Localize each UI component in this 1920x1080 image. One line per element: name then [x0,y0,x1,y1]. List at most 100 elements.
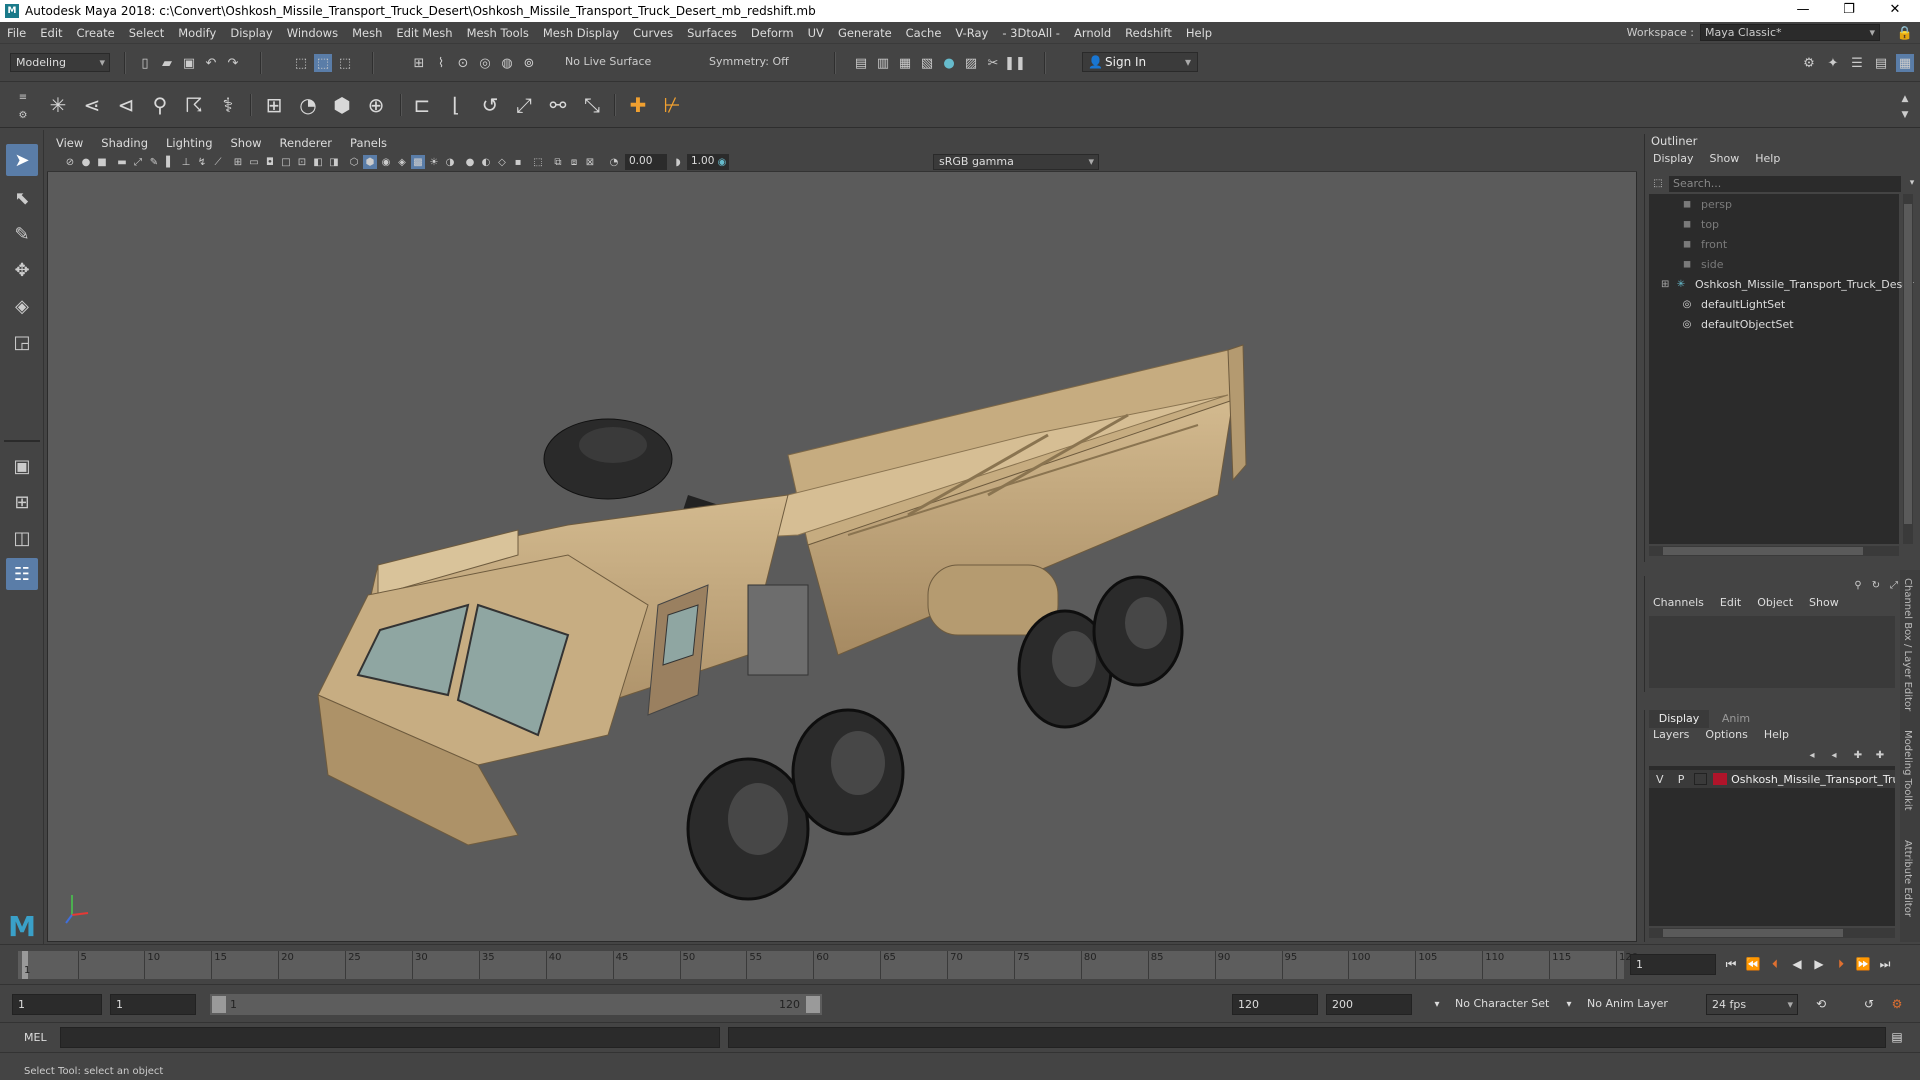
anim-layer-field[interactable]: No Anim Layer [1582,994,1682,1015]
sign-in-button[interactable]: 👤 Sign In [1082,52,1198,72]
step-back-frame-icon[interactable]: ⏴ [1766,955,1784,973]
go-to-start-icon[interactable]: ⏮ [1722,955,1740,973]
shelf-skeleton-icon[interactable]: ⚕ [212,89,244,121]
menu-curves[interactable]: Curves [626,26,680,40]
viewport-menu-renderer[interactable]: Renderer [271,136,342,150]
menu-redshift[interactable]: Redshift [1118,26,1179,40]
anim-preferences-icon[interactable]: ⚙ [1888,995,1906,1013]
save-scene-icon[interactable]: ▣ [180,54,198,72]
menu-arnold[interactable]: Arnold [1067,26,1118,40]
modeling-toolkit-icon[interactable]: ⚙ [1800,54,1818,72]
single-perspective-layout-icon[interactable]: ▣ [6,450,38,482]
select-component-icon[interactable]: ⬚ [336,54,354,72]
step-forward-frame-icon[interactable]: ⏵ [1832,955,1850,973]
viewport-panel[interactable]: persp [47,134,1637,1068]
xray-active-icon[interactable]: ◈ [395,155,409,169]
snap-point-icon[interactable]: ⊙ [454,54,472,72]
scroll-thumb[interactable] [1663,547,1863,555]
hypershade-icon[interactable]: ● [940,54,958,72]
grease-pencil-icon[interactable]: ✎ [147,155,161,169]
anim-layer-dropdown-icon[interactable]: ▾ [1560,995,1578,1013]
side-tab-channel-box[interactable]: Channel Box / Layer Editor [1902,578,1913,711]
viewport-menu-panels[interactable]: Panels [341,136,396,150]
channel-box-icon-b[interactable]: ↻ [1867,576,1885,594]
menu-file[interactable]: File [0,26,33,40]
shelf-constraint-parent-icon[interactable]: ⊏ [406,89,438,121]
color-space-select[interactable]: sRGB gamma [933,154,1099,170]
menu-set-select[interactable]: Modeling [10,53,110,72]
xray-joints-icon[interactable]: ◉ [379,155,393,169]
xray-icon[interactable]: ⬢ [363,155,377,169]
side-tab-attribute-editor[interactable]: Attribute Editor [1902,840,1913,917]
snap-curve-icon[interactable]: ⌇ [432,54,450,72]
redo-icon[interactable]: ↷ [224,54,242,72]
shelf-locator-icon[interactable]: ✚ [622,89,654,121]
outliner-filter-icon[interactable]: ⬚ [1649,174,1667,192]
frame-selected-icon[interactable]: ⧈ [567,155,581,169]
snap-surface-icon[interactable]: ◍ [498,54,516,72]
menu-vray[interactable]: V-Ray [948,26,995,40]
render-settings-icon[interactable]: ▧ [918,54,936,72]
layer-move-up-icon[interactable]: ◂ [1803,746,1821,764]
layer-visibility-toggle[interactable]: V [1649,773,1670,786]
shelf-bind-skin-icon[interactable]: ⊞ [258,89,290,121]
layers-menu[interactable]: Layers [1645,728,1697,741]
viewport-menu-lighting[interactable]: Lighting [157,136,221,150]
select-camera-icon[interactable]: ⊘ [63,155,77,169]
gamma-icon[interactable]: ◗ [671,155,685,169]
shelf-bone-icon[interactable]: ⚲ [144,89,176,121]
outliner-item-front[interactable]: ◼ front [1679,234,1727,254]
textured-icon[interactable]: □ [279,155,293,169]
scroll-thumb[interactable] [1904,204,1912,524]
layer-row[interactable]: V P Oshkosh_Missile_Transport_Tru [1649,770,1895,788]
outliner-menu-display[interactable]: Display [1645,152,1702,165]
high-quality-icon[interactable]: ☀ [427,155,441,169]
tool-settings-icon[interactable]: ▤ [1872,54,1890,72]
live-surface-field[interactable]: No Live Surface [560,53,660,72]
exposure-field[interactable]: 0.00 [625,154,667,170]
shelf-scroll-down-icon[interactable]: ▼ [1896,106,1914,124]
outliner-item-top[interactable]: ◼ top [1679,214,1719,234]
channel-box-toggle-icon[interactable]: ▦ [1896,54,1914,72]
mel-input[interactable] [60,1027,720,1048]
outliner-item-light-set[interactable]: ◎ defaultLightSet [1679,294,1786,314]
render-region-icon[interactable]: ✂ [984,54,1002,72]
bookmarks-icon[interactable]: ■ [95,155,109,169]
channel-box-icon-a[interactable]: ⚲ [1849,576,1867,594]
layer-playback-toggle[interactable]: P [1670,773,1691,786]
menu-cache[interactable]: Cache [899,26,949,40]
menu-modify[interactable]: Modify [171,26,223,40]
shelf-ik-handle-icon[interactable]: ⋖ [76,89,108,121]
channels-menu[interactable]: Channels [1645,596,1712,609]
lasso-tool-icon[interactable]: ⬉ [6,182,38,214]
screen-space-icon[interactable]: ◇ [495,155,509,169]
image-plane-icon[interactable]: ▬ [115,155,129,169]
play-forwards-icon[interactable]: ▶ [1810,955,1828,973]
range-bar[interactable]: 1 120 [210,994,822,1015]
layer-hscrollbar[interactable] [1649,928,1895,938]
resolution-gate-icon[interactable]: ↯ [195,155,209,169]
shelf-interactive-bind-icon[interactable]: ◔ [292,89,324,121]
menu-select[interactable]: Select [122,26,171,40]
new-layer-icon[interactable]: ✚ [1849,746,1867,764]
menu-mesh[interactable]: Mesh [345,26,389,40]
scroll-thumb[interactable] [1663,929,1843,937]
menu-uv[interactable]: UV [801,26,831,40]
menu-mesh-display[interactable]: Mesh Display [536,26,626,40]
shelf-cluster-icon[interactable]: ⊬ [656,89,688,121]
viewport-menu-show[interactable]: Show [222,136,271,150]
open-scene-icon[interactable]: ▰ [158,54,176,72]
move-tool-icon[interactable]: ✥ [6,254,38,286]
menu-deform[interactable]: Deform [744,26,801,40]
2d-pan-zoom-icon[interactable]: ⤢ [131,155,145,169]
loop-icon[interactable]: ⟲ [1812,995,1830,1013]
play-backwards-icon[interactable]: ◀ [1788,955,1806,973]
lock-camera-icon[interactable]: ▪ [511,155,525,169]
paint-select-icon[interactable]: ✎ [6,218,38,250]
shelf-constraint-orient-icon[interactable]: ⤢ [508,89,540,121]
close-button[interactable]: ✕ [1872,0,1918,22]
shadows-icon[interactable]: ◧ [311,155,325,169]
layer-options-menu[interactable]: Options [1697,728,1755,741]
attribute-editor-icon[interactable]: ☰ [1848,54,1866,72]
mel-label[interactable]: MEL [24,1031,47,1044]
